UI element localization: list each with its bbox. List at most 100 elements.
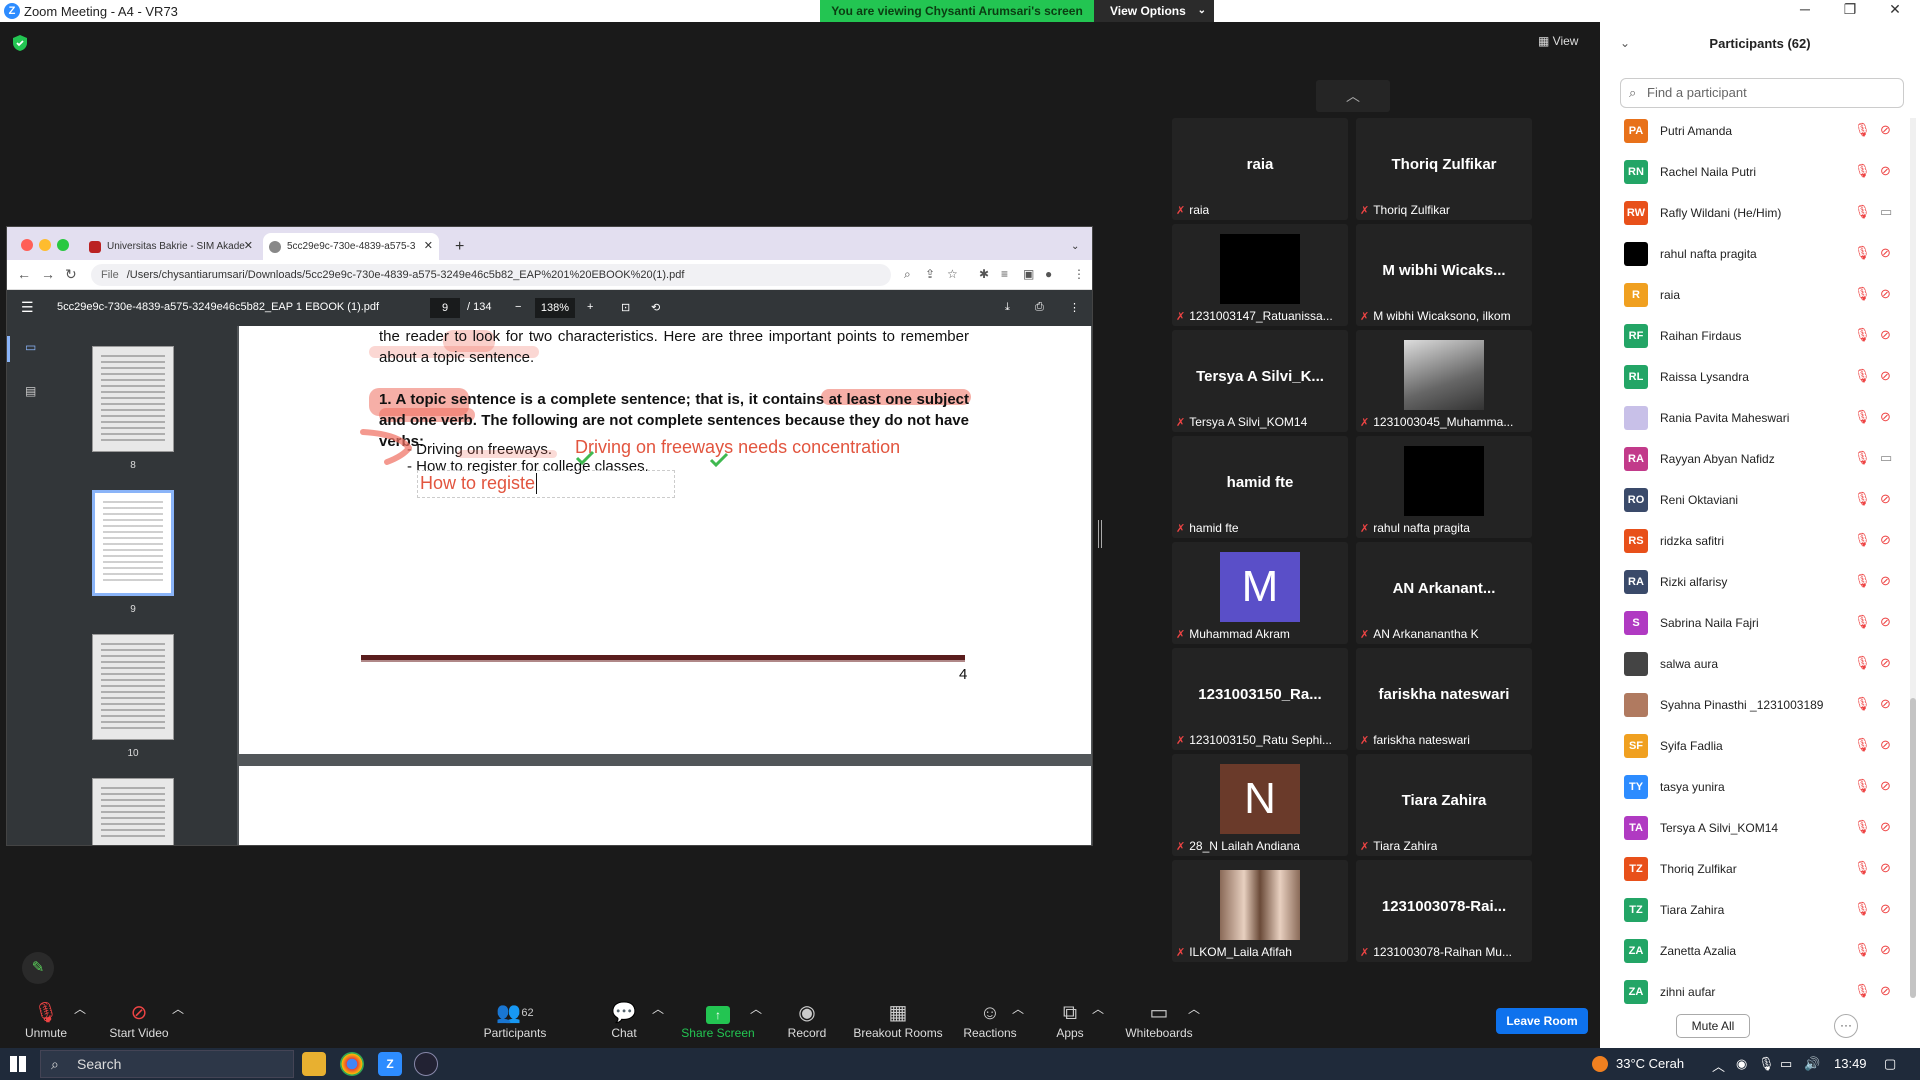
network-icon[interactable]: ▭ <box>1780 1056 1792 1072</box>
close-tab-icon[interactable]: ✕ <box>424 233 433 260</box>
more-options-button[interactable]: ··· <box>1834 1014 1858 1038</box>
muted-mic-icon[interactable]: 🎙 <box>1854 819 1871 835</box>
muted-mic-icon[interactable]: 🎙 <box>1854 245 1871 261</box>
muted-mic-icon[interactable]: 🎙 <box>1854 122 1871 138</box>
video-off-icon[interactable]: ⊘ <box>1880 491 1891 507</box>
mute-all-button[interactable]: Mute All <box>1676 1014 1750 1038</box>
view-options-button[interactable]: View Options ⌄ <box>1094 0 1214 22</box>
video-off-icon[interactable]: ⊘ <box>1880 532 1891 548</box>
video-on-icon[interactable]: ▭ <box>1880 450 1892 466</box>
video-tile[interactable]: 1231003150_Ra... ✗ 1231003150_Ratu Sephi..… <box>1172 648 1348 750</box>
minimize-button[interactable]: ─ <box>1790 1 1820 17</box>
muted-mic-icon[interactable]: 🎙 <box>1854 901 1871 917</box>
mac-zoom-dot[interactable] <box>57 239 69 251</box>
volume-icon[interactable]: 🔊 <box>1804 1056 1820 1072</box>
close-tab-icon[interactable]: ✕ <box>244 233 253 260</box>
mac-minimize-dot[interactable] <box>39 239 51 251</box>
profile-avatar[interactable]: ● <box>1045 267 1052 281</box>
muted-mic-icon[interactable]: 🎙 <box>1854 655 1871 671</box>
video-off-icon[interactable]: ⊘ <box>1880 942 1891 958</box>
taskbar-search-box[interactable]: ⌕ Search <box>40 1050 294 1078</box>
zoom-out-icon[interactable]: − <box>515 301 521 313</box>
close-button[interactable]: ✕ <box>1880 1 1910 18</box>
whiteboards-caret-icon[interactable]: ︿ <box>1188 1000 1200 1017</box>
page-number-input[interactable]: 9 <box>430 298 460 318</box>
video-tile[interactable]: M ✗ Muhammad Akram <box>1172 542 1348 644</box>
video-tile[interactable]: 1231003078-Rai... ✗ 1231003078-Raihan Mu..… <box>1356 860 1532 962</box>
sidepanel-icon[interactable]: ▣ <box>1023 267 1034 281</box>
text-annotation-box[interactable]: How to registe <box>417 470 675 498</box>
video-tile[interactable]: AN Arkanant... ✗ AN Arkananantha K <box>1356 542 1532 644</box>
participant-scrollbar[interactable] <box>1910 118 1916 998</box>
unmute-button[interactable]: 🎙 Unmute <box>18 1000 74 1040</box>
back-arrow-icon[interactable]: ← <box>17 266 31 282</box>
notification-icon[interactable]: ▢ <box>1884 1056 1896 1072</box>
muted-mic-icon[interactable]: 🎙 <box>1854 286 1871 302</box>
video-tile[interactable]: fariskha nateswari ✗ fariskha nateswari <box>1356 648 1532 750</box>
muted-mic-icon[interactable]: 🎙 <box>1854 409 1871 425</box>
url-field[interactable]: File/Users/chysantiarumsari/Downloads/5c… <box>91 264 891 286</box>
zoom-tray-icon[interactable]: ◉ <box>1736 1056 1747 1072</box>
resize-handle[interactable] <box>1098 520 1102 548</box>
video-off-icon[interactable]: ⊘ <box>1880 860 1891 876</box>
muted-mic-icon[interactable]: 🎙 <box>1854 327 1871 343</box>
hamburger-menu-icon[interactable]: ☰ <box>21 299 34 316</box>
muted-mic-icon[interactable]: 🎙 <box>1854 942 1871 958</box>
record-button[interactable]: ◉ Record <box>782 1000 832 1040</box>
participant-row[interactable]: ZA Zanetta Azalia 🎙 ⊘ <box>1600 931 1910 972</box>
start-video-button[interactable]: ⊘ Start Video <box>104 1000 174 1040</box>
new-tab-button[interactable]: + <box>447 233 477 260</box>
extensions-icon[interactable]: ✱ <box>979 267 989 281</box>
clock[interactable]: 13:49 <box>1834 1056 1867 1071</box>
chat-button[interactable]: 💬 Chat <box>604 1000 644 1040</box>
video-off-icon[interactable]: ⊘ <box>1880 614 1891 630</box>
muted-mic-icon[interactable]: 🎙 <box>1854 573 1871 589</box>
muted-mic-icon[interactable]: 🎙 <box>1854 491 1871 507</box>
video-tile[interactable]: raia ✗ raia <box>1172 118 1348 220</box>
tray-overflow-icon[interactable]: ︿ <box>1712 1056 1725 1075</box>
participant-search-input[interactable]: ⌕ Find a participant <box>1620 78 1904 108</box>
apps-button[interactable]: ⧉ Apps <box>1052 1000 1088 1040</box>
video-tile[interactable]: Tiara Zahira ✗ Tiara Zahira <box>1356 754 1532 856</box>
windows-start-icon[interactable] <box>10 1056 26 1072</box>
annotation-input[interactable]: How to registe <box>420 473 538 494</box>
participant-row[interactable]: RA Rayyan Abyan Nafidz 🎙 ▭ <box>1600 439 1910 480</box>
muted-mic-icon[interactable]: 🎙 <box>1854 532 1871 548</box>
share-icon[interactable]: ⇪ <box>925 267 935 281</box>
video-tile[interactable]: hamid fte ✗ hamid fte <box>1172 436 1348 538</box>
file-explorer-icon[interactable] <box>302 1052 326 1076</box>
page-thumbnail-current[interactable] <box>92 490 174 596</box>
page-thumbnail[interactable] <box>92 346 174 452</box>
participant-row[interactable]: RA Rizki alfarisy 🎙 ⊘ <box>1600 562 1910 603</box>
zoom-icon[interactable]: ⌕ <box>904 267 911 282</box>
more-actions-icon[interactable]: ⋮ <box>1069 301 1080 314</box>
video-off-icon[interactable]: ⊘ <box>1880 163 1891 179</box>
page-thumbnail[interactable] <box>92 778 174 845</box>
video-tile[interactable]: ✗ ILKOM_Laila Afifah <box>1172 860 1348 962</box>
share-screen-button[interactable]: ↑ Share Screen <box>680 1000 756 1040</box>
video-off-icon[interactable]: ⊘ <box>1880 737 1891 753</box>
participant-row[interactable]: rahul nafta pragita 🎙 ⊘ <box>1600 234 1910 275</box>
participant-row[interactable]: Rania Pavita Maheswari 🎙 ⊘ <box>1600 398 1910 439</box>
participant-row[interactable]: TY tasya yunira 🎙 ⊘ <box>1600 767 1910 808</box>
participant-row[interactable]: RS ridzka safitri 🎙 ⊘ <box>1600 521 1910 562</box>
browser-tab[interactable]: Universitas Bakrie - SIM Akade ✕ <box>83 233 259 260</box>
muted-mic-icon[interactable]: 🎙 <box>1854 983 1871 999</box>
leave-room-button[interactable]: Leave Room <box>1496 1008 1588 1034</box>
video-tile[interactable]: ✗ 1231003147_Ratuanissa... <box>1172 224 1348 326</box>
video-off-icon[interactable]: ⊘ <box>1880 122 1891 138</box>
participant-row[interactable]: RO Reni Oktaviani 🎙 ⊘ <box>1600 480 1910 521</box>
muted-mic-icon[interactable]: 🎙 <box>1854 163 1871 179</box>
rotate-icon[interactable]: ⟲ <box>651 301 660 314</box>
participant-row[interactable]: RL Raissa Lysandra 🎙 ⊘ <box>1600 357 1910 398</box>
video-on-icon[interactable]: ▭ <box>1880 204 1892 220</box>
scrollbar-thumb[interactable] <box>1910 698 1916 998</box>
video-off-icon[interactable]: ⊘ <box>1880 983 1891 999</box>
breakout-rooms-button[interactable]: ▦ Breakout Rooms <box>852 1000 944 1040</box>
muted-mic-icon[interactable]: 🎙 <box>1854 450 1871 466</box>
video-tile[interactable]: N ✗ 28_N Lailah Andiana <box>1172 754 1348 856</box>
muted-mic-icon[interactable]: 🎙 <box>1854 368 1871 384</box>
chrome-icon[interactable] <box>340 1052 364 1076</box>
security-shield-icon[interactable] <box>12 34 28 52</box>
video-off-icon[interactable]: ⊘ <box>1880 778 1891 794</box>
